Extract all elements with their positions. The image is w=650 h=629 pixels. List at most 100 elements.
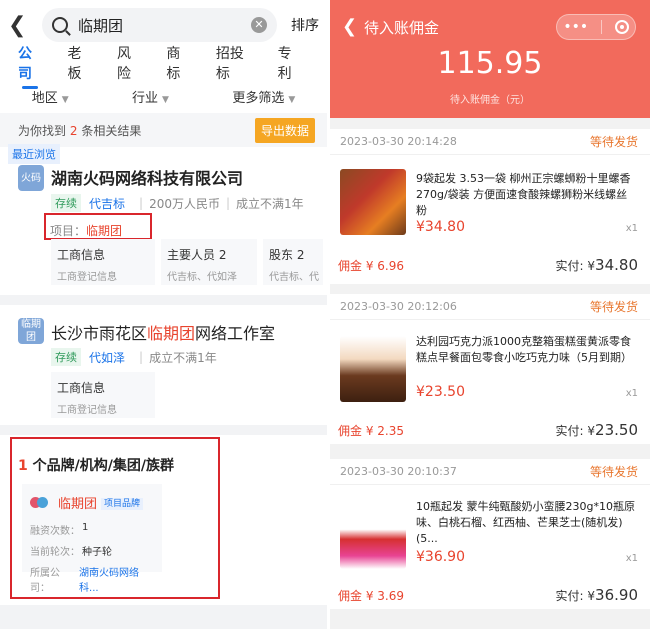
region-filter[interactable]: 地区 ▼ <box>32 87 69 106</box>
product-price: ¥36.90 <box>416 549 465 565</box>
more-filter-label: 更多筛选 <box>232 90 285 106</box>
product-name: 10瓶起发 蒙牛纯甄酸奶小蛮腰230g*10瓶原味、白桃石榴、红西柚、芒果芝士(… <box>416 500 635 545</box>
divider: | <box>139 350 144 364</box>
chevron-down-icon: ▼ <box>162 94 169 105</box>
category-tabs: 公司 老板 风险 商标 招投标 专利 <box>0 46 327 89</box>
product-qty: x1 <box>625 223 638 234</box>
product-price: ¥23.50 <box>416 384 465 400</box>
industry-filter-label: 行业 <box>132 90 159 106</box>
order-header: 2023-03-30 20:10:37 等待发货 <box>330 459 650 485</box>
search-input[interactable]: 临期团 ✕ <box>42 8 277 42</box>
divider <box>600 20 602 34</box>
product-qty: x1 <box>625 553 638 564</box>
business-info-box[interactable]: 工商信息 工商登记信息 <box>51 239 155 285</box>
order-time: 2023-03-30 20:12:06 <box>340 300 457 313</box>
paid-value: 36.90 <box>595 586 638 604</box>
order-card[interactable]: 2023-03-30 20:12:06 等待发货 达利园巧克力派1000克整箱蛋糕… <box>330 294 650 444</box>
miniprogram-capsule: ••• <box>556 14 636 40</box>
order-footer: 佣金 ¥ 3.69 实付: ¥36.90 <box>330 581 650 609</box>
back-arrow-icon[interactable]: ❮ <box>342 16 357 37</box>
commission-value: 佣金 ¥ 6.96 <box>338 258 404 273</box>
order-header: 2023-03-30 20:12:06 等待发货 <box>330 294 650 320</box>
section-divider <box>0 425 327 435</box>
paid-value: 34.80 <box>595 256 638 274</box>
sort-button[interactable]: 排序 <box>291 15 319 35</box>
product-image <box>340 336 406 402</box>
back-arrow-icon[interactable]: ❮ <box>8 13 34 38</box>
commission-value: 佣金 ¥ 3.69 <box>338 588 404 603</box>
page-title: 待入账佣金 <box>364 19 440 37</box>
legal-person-link[interactable]: 代吉标 <box>89 195 125 212</box>
tab-boss[interactable]: 老板 <box>67 43 91 83</box>
commission-value: 佣金 ¥ 2.35 <box>338 423 404 438</box>
company-name[interactable]: 长沙市雨花区临期团网络工作室 <box>51 320 275 344</box>
export-data-button[interactable]: 导出数据 <box>254 117 315 143</box>
search-icon <box>52 17 68 33</box>
clear-icon[interactable]: ✕ <box>251 17 267 33</box>
product-qty: x1 <box>625 388 638 399</box>
paid-label: 实付: ¥ <box>555 424 596 438</box>
box-subtitle: 工商登记信息 <box>57 272 117 283</box>
result-count: 2 <box>69 123 78 138</box>
close-target-icon[interactable] <box>614 20 629 34</box>
box-title: 主要人员 2 <box>167 248 227 262</box>
box-title: 工商信息 <box>57 248 106 262</box>
commission-header: ❮ 待入账佣金 ••• 115.95 待入账佣金（元） <box>330 0 650 118</box>
status-badge: 存续 <box>51 348 81 366</box>
highlight-box <box>44 213 152 240</box>
order-footer: 佣金 ¥ 6.96 实付: ¥34.80 <box>330 251 650 279</box>
industry-filter[interactable]: 行业 ▼ <box>132 87 169 106</box>
company-logo: 火码 <box>18 165 44 191</box>
order-footer: 佣金 ¥ 2.35 实付: ¥23.50 <box>330 416 650 444</box>
tab-company[interactable]: 公司 <box>18 43 42 89</box>
company-search-screen: ❮ 临期团 ✕ 排序 公司 老板 风险 商标 招投标 专利 地区 ▼ 行业 ▼ 更多… <box>0 0 327 629</box>
paid-amount: 实付: ¥34.80 <box>556 256 638 274</box>
order-header: 2023-03-30 20:14:28 等待发货 <box>330 129 650 155</box>
result-prefix: 为你找到 <box>18 123 67 138</box>
box-subtitle: 代吉标、代如泽 <box>167 272 237 283</box>
paid-label: 实付: ¥ <box>555 259 596 273</box>
company-age: 成立不满1年 <box>149 350 217 365</box>
more-icon[interactable]: ••• <box>563 19 588 35</box>
paid-value: 23.50 <box>595 421 638 439</box>
company-age: 成立不满1年 <box>236 196 304 211</box>
order-status: 等待发货 <box>589 300 638 314</box>
registered-capital: 200万人民币 <box>149 196 220 211</box>
business-info-box[interactable]: 工商信息 工商登记信息 <box>51 372 155 418</box>
legal-person-link[interactable]: 代如泽 <box>89 349 125 366</box>
highlight-box <box>10 437 220 599</box>
more-filter[interactable]: 更多筛选 ▼ <box>232 87 295 106</box>
info-boxes: 工商信息 工商登记信息 <box>51 372 155 418</box>
order-card[interactable]: 2023-03-30 20:14:28 等待发货 9袋起发 3.53一袋 柳州正宗… <box>330 129 650 284</box>
tab-bidding[interactable]: 招投标 <box>216 43 253 83</box>
order-card[interactable]: 2023-03-30 20:10:37 等待发货 10瓶起发 蒙牛纯甄酸奶小蛮腰2… <box>330 459 650 609</box>
filter-icon: ▼ <box>288 94 296 105</box>
company-name[interactable]: 湖南火码网络科技有限公司 <box>51 165 243 189</box>
box-subtitle: 工商登记信息 <box>57 405 117 416</box>
product-price: ¥34.80 <box>416 219 465 235</box>
paid-amount: 实付: ¥36.90 <box>556 586 638 604</box>
tab-trademark[interactable]: 商标 <box>166 43 190 83</box>
order-status: 等待发货 <box>589 135 638 149</box>
order-time: 2023-03-30 20:14:28 <box>340 135 457 148</box>
search-query[interactable]: 临期团 <box>78 15 251 36</box>
paid-amount: 实付: ¥23.50 <box>556 421 638 439</box>
name-highlight: 临期团 <box>147 324 196 343</box>
tab-patent[interactable]: 专利 <box>278 43 302 83</box>
recent-browse-tag: 最近浏览 <box>8 144 60 164</box>
section-divider <box>0 295 327 305</box>
company-logo: 临期团 <box>18 318 44 344</box>
product-name: 达利园巧克力派1000克整箱蛋糕蛋黄派零食糕点早餐面包零食小吃巧克力味（5月到期… <box>416 335 632 364</box>
order-time: 2023-03-30 20:10:37 <box>340 465 457 478</box>
tab-risk[interactable]: 风险 <box>117 43 141 83</box>
pending-amount: 115.95 <box>437 46 543 81</box>
box-title: 股东 2 <box>269 248 305 262</box>
key-personnel-box[interactable]: 主要人员 2 代吉标、代如泽 <box>161 239 257 285</box>
paid-label: 实付: ¥ <box>555 589 596 603</box>
box-subtitle: 代吉标、代 <box>269 272 319 283</box>
region-filter-label: 地区 <box>31 90 58 106</box>
result-count-text: 为你找到 2 条相关结果 <box>18 122 141 139</box>
status-badge: 存续 <box>51 194 81 212</box>
name-part: 长沙市雨花区 <box>51 324 148 343</box>
shareholders-box[interactable]: 股东 2 代吉标、代 <box>263 239 323 285</box>
